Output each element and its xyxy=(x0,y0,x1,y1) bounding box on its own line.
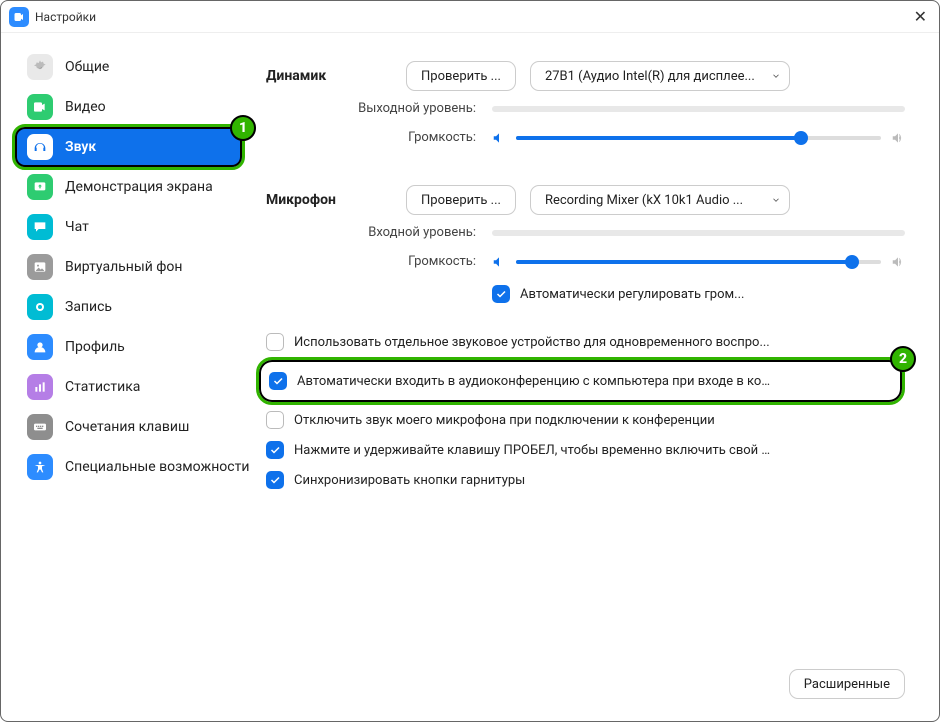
sidebar-item-label: Видео xyxy=(65,99,106,115)
speaker-heading: Динамик xyxy=(266,68,406,84)
sidebar-item-label: Специальные возможности xyxy=(65,459,249,475)
sidebar-item-label: Сочетания клавиш xyxy=(65,419,189,435)
option-checkbox-row[interactable]: Использовать отдельное звуковое устройст… xyxy=(266,327,905,357)
auto-adjust-volume-row[interactable]: Автоматически регулировать гром... xyxy=(266,279,905,309)
checkbox-icon xyxy=(266,333,284,351)
sidebar-item-audio[interactable]: Звук1 xyxy=(15,127,242,167)
option-checkbox-row[interactable]: Нажмите и удерживайте клавишу ПРОБЕЛ, чт… xyxy=(266,435,905,465)
headphones-icon xyxy=(27,134,53,160)
chevron-down-icon xyxy=(771,71,781,81)
checkbox-label: Использовать отдельное звуковое устройст… xyxy=(294,335,770,350)
titlebar: Настройки ✕ xyxy=(1,1,939,33)
volume-low-icon xyxy=(492,255,506,269)
test-mic-button[interactable]: Проверить ... xyxy=(406,185,516,215)
volume-low-icon xyxy=(492,131,506,145)
mic-volume-label: Громкость: xyxy=(266,254,492,269)
sidebar: ОбщиеВидеоЗвук1Демонстрация экранаЧатВир… xyxy=(1,33,256,721)
chat-icon xyxy=(27,214,53,240)
volume-high-icon xyxy=(891,131,905,145)
keyboard-icon xyxy=(27,414,53,440)
checkbox-icon xyxy=(266,411,284,429)
test-speaker-button[interactable]: Проверить ... xyxy=(406,61,516,91)
mic-volume-slider[interactable] xyxy=(492,255,905,269)
input-level-label: Входной уровень: xyxy=(266,225,492,240)
sidebar-item-access[interactable]: Специальные возможности xyxy=(15,447,242,487)
sidebar-item-general[interactable]: Общие xyxy=(15,47,242,87)
tutorial-badge: 1 xyxy=(230,115,256,141)
checkbox-icon xyxy=(266,441,284,459)
checkbox-label: Отключить звук моего микрофона при подкл… xyxy=(294,413,715,428)
sidebar-item-label: Запись xyxy=(65,299,112,315)
volume-high-icon xyxy=(891,255,905,269)
tutorial-badge: 2 xyxy=(890,346,916,372)
mic-level-meter xyxy=(492,230,905,236)
window-title: Настройки xyxy=(35,10,96,24)
sidebar-item-label: Статистика xyxy=(65,379,140,395)
sidebar-item-label: Общие xyxy=(65,59,109,75)
checkbox-label: Автоматически входить в аудиоконференцию… xyxy=(297,374,777,389)
record-icon xyxy=(27,294,53,320)
image-icon xyxy=(27,254,53,280)
sidebar-item-label: Чат xyxy=(65,219,89,235)
close-button[interactable]: ✕ xyxy=(910,7,931,26)
checkbox-icon xyxy=(492,285,510,303)
checkbox-icon xyxy=(269,372,287,390)
sidebar-item-label: Звук xyxy=(65,139,96,155)
sidebar-item-label: Демонстрация экрана xyxy=(65,179,213,195)
option-checkbox-row[interactable]: Отключить звук моего микрофона при подкл… xyxy=(266,405,905,435)
bars-icon xyxy=(27,374,53,400)
sidebar-item-label: Виртуальный фон xyxy=(65,259,182,275)
output-level-label: Выходной уровень: xyxy=(266,101,492,116)
speaker-volume-label: Громкость: xyxy=(266,130,492,145)
video-icon xyxy=(27,94,53,120)
settings-window: Настройки ✕ ОбщиеВидеоЗвук1Демонстрация … xyxy=(0,0,940,722)
checkbox-label: Нажмите и удерживайте клавишу ПРОБЕЛ, чт… xyxy=(294,443,774,458)
checkbox-icon xyxy=(266,471,284,489)
gear-icon xyxy=(27,54,53,80)
option-checkbox-row[interactable]: Автоматически входить в аудиоконференцию… xyxy=(269,366,892,396)
advanced-button[interactable]: Расширенные xyxy=(789,669,905,699)
user-icon xyxy=(27,334,53,360)
sidebar-item-share[interactable]: Демонстрация экрана xyxy=(15,167,242,207)
app-icon xyxy=(9,7,29,27)
checkbox-label: Синхронизировать кнопки гарнитуры xyxy=(294,473,525,488)
sidebar-item-record[interactable]: Запись xyxy=(15,287,242,327)
share-icon xyxy=(27,174,53,200)
sidebar-item-video[interactable]: Видео xyxy=(15,87,242,127)
sidebar-item-profile[interactable]: Профиль xyxy=(15,327,242,367)
sidebar-item-label: Профиль xyxy=(65,339,125,355)
main-panel: Динамик Проверить ... 27B1 (Аудио Intel(… xyxy=(256,33,939,721)
sidebar-item-vbg[interactable]: Виртуальный фон xyxy=(15,247,242,287)
speaker-device-select[interactable]: 27B1 (Аудио Intel(R) для дисплее... xyxy=(530,61,790,91)
mic-heading: Микрофон xyxy=(266,192,406,208)
chevron-down-icon xyxy=(771,195,781,205)
sidebar-item-chat[interactable]: Чат xyxy=(15,207,242,247)
speaker-volume-slider[interactable] xyxy=(492,131,905,145)
mic-device-select[interactable]: Recording Mixer (kX 10k1 Audio ... xyxy=(530,185,790,215)
sidebar-item-stats[interactable]: Статистика xyxy=(15,367,242,407)
accessibility-icon xyxy=(27,454,53,480)
sidebar-item-shortcuts[interactable]: Сочетания клавиш xyxy=(15,407,242,447)
option-checkbox-row[interactable]: Синхронизировать кнопки гарнитуры xyxy=(266,465,905,495)
tutorial-highlight: Автоматически входить в аудиоконференцию… xyxy=(256,357,905,405)
speaker-level-meter xyxy=(492,106,905,112)
